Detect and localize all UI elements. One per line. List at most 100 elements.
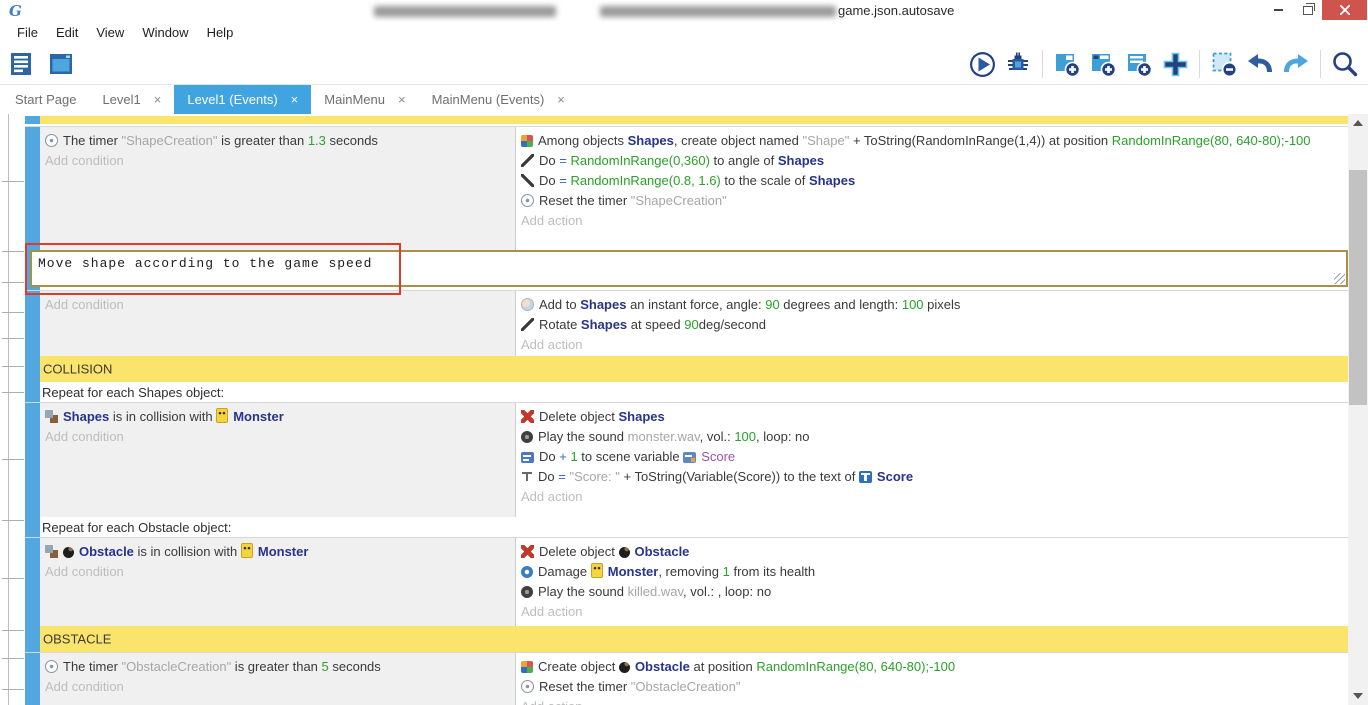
menu-edit[interactable]: Edit [47, 22, 87, 44]
damage-icon [521, 566, 533, 578]
redo-button[interactable] [1281, 49, 1311, 79]
text-segment: deg/second [699, 317, 766, 332]
add-action[interactable]: Add action [521, 487, 1348, 507]
add-condition[interactable]: Add condition [45, 151, 515, 171]
restore-button[interactable] [1293, 0, 1322, 20]
vertical-scrollbar[interactable] [1348, 114, 1368, 705]
tab-mainmenu[interactable]: MainMenu × [311, 85, 418, 114]
action-line[interactable]: Rotate Shapes at speed 90deg/second [521, 315, 1348, 335]
gutter-tick [2, 282, 24, 283]
condition-line[interactable]: Shapes is in collision with Monster [45, 407, 515, 427]
text-segment: Shapes [778, 153, 824, 168]
event-selection-bar[interactable] [25, 626, 40, 652]
tab-start-page[interactable]: Start Page [2, 85, 89, 114]
scroll-down-icon[interactable] [1353, 693, 1363, 699]
close-tab-icon[interactable]: × [398, 93, 406, 106]
text-segment: Play the sound [538, 584, 628, 599]
event-selection-bar[interactable] [25, 403, 40, 518]
action-line[interactable]: Add to Shapes an instant force, angle: 9… [521, 295, 1348, 315]
close-tab-icon[interactable]: × [154, 93, 162, 106]
action-line[interactable]: Do = "Score: " + ToString(Variable(Score… [521, 467, 1348, 487]
play-button[interactable] [967, 49, 997, 79]
toolbar-separator [1320, 50, 1321, 78]
action-line[interactable]: Do + 1 to scene variable Score [521, 447, 1348, 467]
collision-icon [45, 410, 58, 423]
action-line[interactable]: Create object Obstacle at position Rando… [521, 657, 1348, 677]
add-more-button[interactable] [1160, 49, 1190, 79]
sound-icon [521, 431, 533, 443]
event-selection-bar[interactable] [25, 116, 40, 124]
event-selection-bar[interactable] [25, 538, 40, 627]
action-line[interactable]: Play the sound monster.wav, vol.: 100, l… [521, 427, 1348, 447]
scene-window-icon[interactable] [47, 49, 77, 79]
comment-row-clipped[interactable] [25, 116, 1348, 124]
action-line[interactable]: Reset the timer "ShapeCreation" [521, 191, 1348, 211]
comment-editor[interactable]: Move shape according to the game speed [30, 250, 1348, 287]
menu-help[interactable]: Help [198, 22, 243, 44]
timer-icon [521, 194, 534, 207]
repeat-shapes-row[interactable]: Repeat for each Shapes object: [25, 382, 1348, 402]
tab-level1[interactable]: Level1 × [89, 85, 174, 114]
event-selection-bar[interactable] [25, 127, 40, 251]
event-selection-bar[interactable] [25, 356, 40, 382]
close-tab-icon[interactable]: × [291, 93, 299, 106]
add-event-button[interactable] [1052, 49, 1082, 79]
tab-level1-events[interactable]: Level1 (Events) × [174, 85, 311, 114]
event-selection-bar[interactable] [25, 382, 40, 402]
comment-collision[interactable]: COLLISION [25, 356, 1348, 382]
debug-button[interactable] [1003, 49, 1033, 79]
condition-line[interactable]: The timer "ObstacleCreation" is greater … [45, 657, 515, 677]
text-segment: from its health [730, 564, 815, 579]
action-line[interactable]: Damage Monster, removing 1 from its heal… [521, 562, 1348, 582]
remove-event-button[interactable] [1209, 49, 1239, 79]
condition-line[interactable]: Obstacle is in collision with Monster [45, 542, 515, 562]
comment-obstacle[interactable]: OBSTACLE [25, 626, 1348, 652]
menu-window[interactable]: Window [133, 22, 197, 44]
collision-icon [45, 545, 58, 558]
add-other-event-button[interactable] [1124, 49, 1154, 79]
add-action[interactable]: Add action [521, 211, 1348, 231]
add-condition[interactable]: Add condition [45, 295, 515, 315]
scrollbar-thumb[interactable] [1349, 170, 1367, 405]
close-button[interactable] [1322, 0, 1367, 20]
tab-mainmenu-events[interactable]: MainMenu (Events) × [419, 85, 578, 114]
condition-line[interactable]: The timer "ShapeCreation" is greater tha… [45, 131, 515, 151]
text-segment: "Score: " [569, 469, 619, 484]
event-move-shapes: Add condition Add to Shapes an instant f… [25, 290, 1348, 358]
add-action[interactable]: Add action [521, 335, 1348, 355]
text-segment: Score [877, 469, 913, 484]
add-action[interactable]: Add action [521, 602, 1348, 622]
undo-button[interactable] [1245, 49, 1275, 79]
action-line[interactable]: Do = RandomInRange(0,360) to angle of Sh… [521, 151, 1348, 171]
search-button[interactable] [1330, 49, 1360, 79]
menu-view[interactable]: View [87, 22, 133, 44]
scroll-up-icon[interactable] [1353, 120, 1363, 126]
event-selection-bar[interactable] [25, 653, 40, 705]
add-condition[interactable]: Add condition [45, 562, 515, 582]
event-obstacle-collision: Obstacle is in collision with Monster Ad… [25, 537, 1348, 628]
resize-grip[interactable] [1334, 273, 1345, 284]
add-condition[interactable]: Add condition [45, 677, 515, 697]
action-line[interactable]: Reset the timer "ObstacleCreation" [521, 677, 1348, 697]
add-subevent-button[interactable] [1088, 49, 1118, 79]
action-line[interactable]: Among objects Shapes, create object name… [521, 131, 1348, 151]
action-line[interactable]: Do = RandomInRange(0.8, 1.6) to the scal… [521, 171, 1348, 191]
text-segment: 100 [734, 429, 756, 444]
conditions-column: Shapes is in collision with Monster Add … [40, 403, 515, 518]
gutter-tick [2, 630, 24, 631]
text-segment: 1 [723, 564, 730, 579]
repeat-obstacle-row[interactable]: Repeat for each Obstacle object: [25, 517, 1348, 537]
action-line[interactable]: Delete object Shapes [521, 407, 1348, 427]
action-line[interactable]: Delete object Obstacle [521, 542, 1348, 562]
event-selection-bar[interactable] [25, 517, 40, 537]
minimize-button[interactable] [1264, 0, 1293, 20]
project-panel-icon[interactable] [8, 49, 38, 79]
menu-file[interactable]: File [8, 22, 47, 44]
add-condition[interactable]: Add condition [45, 427, 515, 447]
action-line[interactable]: Play the sound killed.wav, vol.: , loop:… [521, 582, 1348, 602]
text-segment: Do [539, 153, 559, 168]
gutter-tick [2, 392, 24, 393]
close-tab-icon[interactable]: × [557, 93, 565, 106]
add-action[interactable]: Add action [521, 697, 1348, 705]
event-selection-bar[interactable] [25, 291, 40, 357]
